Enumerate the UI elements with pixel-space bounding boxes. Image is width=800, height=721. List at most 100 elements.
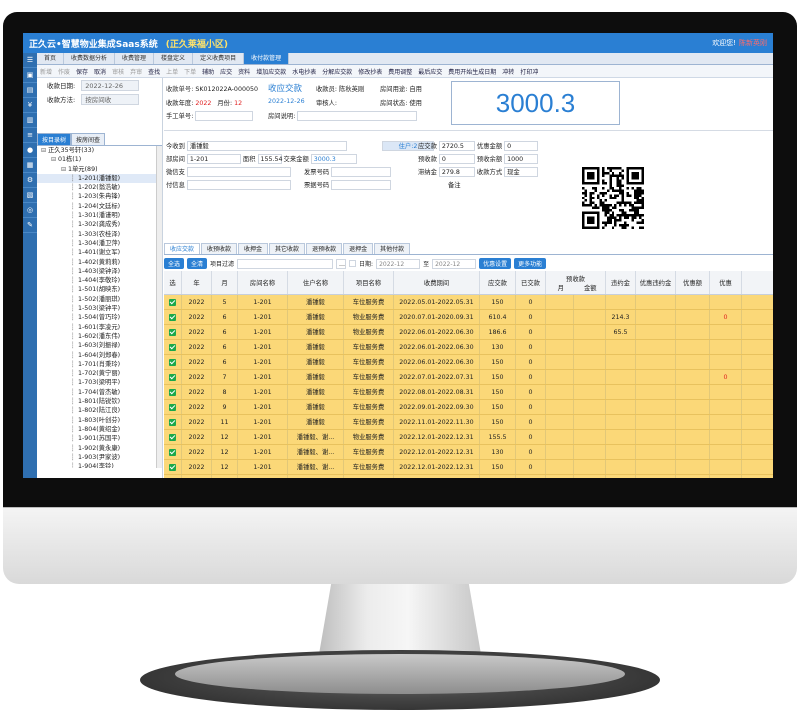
collect-date-input[interactable]: 2022-12-26 <box>81 79 140 91</box>
tab-1[interactable]: 收费数据分析 <box>64 53 116 64</box>
tree-room-item[interactable]: ┊ 1-303(农桂泽) <box>37 230 162 239</box>
tab-5[interactable]: 收付款管理 <box>244 53 290 64</box>
row-checkbox-cell[interactable] <box>164 460 182 474</box>
tree-room-item[interactable]: ┊ 1-401(谢立军) <box>37 248 162 257</box>
table-row[interactable]: 2022 12 1-201 潘锺毅、谢... 车位服务费 2022.12.01-2022.… <box>164 460 773 475</box>
tree-room-item[interactable]: ┊ 1-801(陆锐钦) <box>37 397 162 406</box>
tree-room-item[interactable]: ┊ 1-703(梁明平) <box>37 378 162 387</box>
tool-icon[interactable]: ✎ <box>23 218 37 233</box>
bottom-tab-0[interactable]: 收应交款 <box>164 243 201 254</box>
row-checkbox[interactable] <box>169 328 176 336</box>
row-checkbox[interactable] <box>169 448 176 456</box>
item-filter-more-button[interactable]: … <box>336 258 347 269</box>
tree-room-item[interactable]: ┊ 1-902(黄永康) <box>37 444 162 453</box>
tab-0[interactable]: 首页 <box>37 53 65 64</box>
tree-room-item[interactable]: ┊ 1-802(陆江良) <box>37 406 162 415</box>
row-checkbox-cell[interactable] <box>164 355 182 369</box>
user-name[interactable]: 陈新英刚 <box>739 39 767 47</box>
tab-2[interactable]: 收费管理 <box>115 53 155 64</box>
tree-room-item[interactable]: ┊ 1-602(潘东伟) <box>37 332 162 341</box>
table-row[interactable]: 2022 6 1-201 潘锺毅 物业服务费 2022.06.01-2022.06.30 1… <box>164 325 773 340</box>
chart-icon[interactable]: ▤ <box>23 83 37 98</box>
toolbar-button-18[interactable]: 费用开始生成日期 <box>445 67 499 76</box>
tree-room-item[interactable]: ┊ 1-904(李铃) <box>37 462 162 468</box>
prepay-value[interactable]: 0 <box>438 154 475 164</box>
pay-info-input[interactable] <box>186 180 291 190</box>
row-checkbox-cell[interactable] <box>164 475 182 478</box>
tree-scrollbar[interactable] <box>156 146 162 468</box>
toolbar-button-7[interactable]: 上单 <box>163 67 181 76</box>
tree-room-item[interactable]: ┊ 1-604(刘郑春) <box>37 351 162 360</box>
date-from-input[interactable]: 2022-12 <box>376 258 421 269</box>
tab-room-search[interactable]: 按房间查 <box>71 133 106 145</box>
toolbar-button-17[interactable]: 最后应交 <box>415 67 445 76</box>
tree-room-item[interactable]: ┊ 1-502(潘丽琪) <box>37 295 162 304</box>
clear-all-button[interactable]: 全清 <box>187 258 208 269</box>
row-checkbox[interactable] <box>169 343 176 351</box>
tree-room-item[interactable]: ┊ 1-203(朱冉锋) <box>37 192 162 201</box>
row-checkbox[interactable] <box>169 463 176 471</box>
tree-room-item[interactable]: ┊ 1-704(曾杰敏) <box>37 388 162 397</box>
invoice-input[interactable] <box>331 167 392 177</box>
tree-room-item[interactable]: ┊ 1-702(黄宁丽) <box>37 369 162 378</box>
bottom-tab-1[interactable]: 收预收款 <box>201 243 238 254</box>
tree-room-item[interactable]: ┊ 1-501(胡映东) <box>37 285 162 294</box>
tree-room-item[interactable]: ┊ 1-903(尹家波) <box>37 453 162 462</box>
tree-room-item[interactable]: ┊ 1-402(黄莉莉) <box>37 258 162 267</box>
table-row[interactable]: 2022 5 1-201 潘锺毅 车位服务费 2022.05.01-2022.05.31 1… <box>164 295 773 310</box>
tree-room-item[interactable]: ┊ 1-204(文廷标) <box>37 202 162 211</box>
toolbar-button-6[interactable]: 查找 <box>145 67 163 76</box>
row-checkbox[interactable] <box>169 373 176 381</box>
tab-tree[interactable]: 按目录树 <box>37 133 72 145</box>
tree-room-item[interactable]: ┊ 1-504(曾巧玲) <box>37 313 162 322</box>
row-checkbox-cell[interactable] <box>164 325 182 339</box>
item-filter-input[interactable] <box>237 258 334 269</box>
tree-room-item[interactable]: ┊ 1-301(潘谨明) <box>37 211 162 220</box>
tree-room-item[interactable]: ┊ 1-403(梁钟泽) <box>37 267 162 276</box>
bottom-tab-5[interactable]: 退押金 <box>343 243 374 254</box>
tree-node[interactable]: ⊟ 1单元(89) <box>37 165 162 174</box>
toolbar-button-20[interactable]: 打印冲 <box>517 67 541 76</box>
date-to-input[interactable]: 2022-12 <box>432 258 477 269</box>
row-checkbox-cell[interactable] <box>164 310 182 324</box>
tree-room-item[interactable]: ┊ 1-304(潘卫萍) <box>37 239 162 248</box>
building-icon[interactable]: ▥ <box>23 113 37 128</box>
row-checkbox-cell[interactable] <box>164 430 182 444</box>
tree-node[interactable]: ⊟ 01栋(1) <box>37 155 162 164</box>
row-checkbox[interactable] <box>169 403 176 411</box>
toolbar-button-5[interactable]: 弃审 <box>127 67 145 76</box>
tree-room-item[interactable]: ┊ 1-803(叶创芬) <box>37 416 162 425</box>
more-functions-button[interactable]: 更多功能 <box>514 258 547 269</box>
report-icon[interactable]: ▧ <box>23 188 37 203</box>
table-row[interactable]: 2022 11 1-201 潘锺毅 车位服务费 2022.11.01-2022.11.30… <box>164 415 773 430</box>
toolbar-button-16[interactable]: 费用调整 <box>385 67 415 76</box>
row-checkbox-cell[interactable] <box>164 385 182 399</box>
table-row[interactable]: 2022 6 1-201 潘锺毅 车位服务费 2022.06.01-2022.06.30 1… <box>164 340 773 355</box>
bottom-tab-6[interactable]: 其他付款 <box>374 243 411 254</box>
tab-4[interactable]: 定义收费项目 <box>193 53 245 64</box>
tree-room-item[interactable]: ┊ 1-901(苏国平) <box>37 434 162 443</box>
toolbar-button-15[interactable]: 修改抄表 <box>355 67 385 76</box>
total-input[interactable]: 3000.3 <box>310 154 357 164</box>
row-checkbox-cell[interactable] <box>164 415 182 429</box>
menu-icon[interactable]: ☰ <box>23 53 37 68</box>
manual-no-input[interactable] <box>195 111 254 121</box>
tree-toggle-icon[interactable]: ⊟ <box>41 146 48 155</box>
discount-settings-button[interactable]: 优惠设置 <box>479 258 512 269</box>
table-row[interactable]: 2022 8 1-201 潘锺毅 车位服务费 2022.08.01-2022.08.31 1… <box>164 385 773 400</box>
receipt-no2-input[interactable] <box>331 180 392 190</box>
row-checkbox[interactable] <box>169 418 176 426</box>
tree-room-item[interactable]: ┊ 1-201(潘锺毅) <box>37 173 162 184</box>
row-checkbox[interactable] <box>169 358 176 366</box>
table-row[interactable]: 2022 12 1-201 潘锺毅、谢... 车位服务费 2022.12.01-2022.… <box>164 445 773 460</box>
toolbar-button-13[interactable]: 水电抄表 <box>289 67 319 76</box>
toolbar-button-2[interactable]: 保存 <box>73 67 91 76</box>
tree-room-item[interactable]: ┊ 1-404(李敬玲) <box>37 276 162 285</box>
table-row[interactable]: 2022 9 1-201 潘锺毅 车位服务费 2022.09.01-2022.09.30 1… <box>164 400 773 415</box>
room-note-input[interactable] <box>297 111 418 121</box>
table-row[interactable]: 2022 6 1-201 潘锺毅 车位服务费 2022.06.01-2022.06.30 1… <box>164 355 773 370</box>
toolbar-button-19[interactable]: 冲转 <box>499 67 517 76</box>
toolbar-button-14[interactable]: 分解应交款 <box>319 67 355 76</box>
toolbar-button-3[interactable]: 取消 <box>91 67 109 76</box>
toolbar-button-12[interactable]: 增加应交款 <box>253 67 289 76</box>
